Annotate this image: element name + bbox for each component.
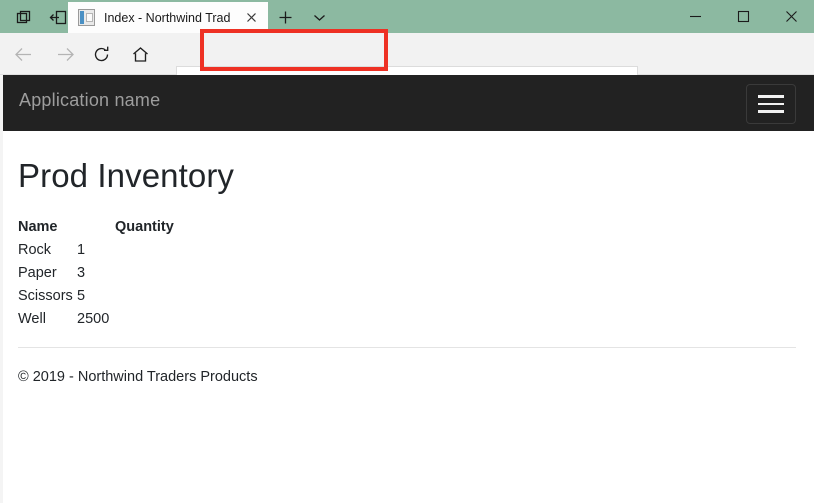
hamburger-bar (758, 102, 784, 106)
hamburger-bar (758, 110, 784, 113)
maximize-button[interactable] (721, 0, 766, 33)
column-header-quantity: Quantity (115, 219, 174, 235)
back-arrow-icon[interactable] (10, 41, 36, 67)
cell-quantity: 2500 (77, 311, 110, 327)
tab-preview-icon[interactable] (13, 6, 35, 28)
forward-arrow-icon[interactable] (52, 41, 78, 67)
page-title: Prod Inventory (18, 157, 235, 194)
browser-tab[interactable]: Index - Northwind Trad (68, 2, 268, 33)
cell-quantity: 5 (77, 288, 86, 304)
cell-name: Well (18, 311, 46, 327)
browser-toolbar: http://localhost:17614 (0, 33, 814, 106)
new-tab-button[interactable] (274, 6, 296, 28)
chevron-down-icon[interactable] (308, 6, 330, 28)
inventory-table: Name Quantity Rock 1 Paper 3 Scissors 5 … (18, 219, 796, 327)
page-content: Prod Inventory Name Quantity Rock 1 Pape… (18, 131, 796, 327)
home-icon[interactable] (127, 41, 153, 67)
browser-titlebar: Index - Northwind Trad (0, 0, 814, 33)
minimize-button[interactable] (673, 0, 718, 33)
site-brand[interactable]: Application name (19, 90, 160, 111)
cell-name: Scissors (18, 288, 73, 304)
set-aside-tabs-icon[interactable] (47, 6, 69, 28)
hamburger-bar (758, 95, 784, 98)
footer-copyright: © 2019 - Northwind Traders Products (18, 369, 258, 385)
footer-divider (18, 347, 796, 348)
cell-name: Paper (18, 265, 57, 281)
cell-quantity: 3 (77, 265, 86, 281)
browser-window: Index - Northwind Trad Application name … (0, 0, 814, 503)
site-navbar: Application name (3, 75, 814, 131)
hamburger-icon[interactable] (746, 84, 796, 124)
close-window-button[interactable] (769, 0, 814, 33)
column-header-name: Name (18, 219, 58, 235)
cell-quantity: 1 (77, 242, 86, 258)
refresh-icon[interactable] (88, 41, 114, 67)
cell-name: Rock (18, 242, 52, 258)
tab-title: Index - Northwind Trad (104, 10, 230, 25)
close-icon[interactable] (243, 9, 260, 26)
page-viewport: Application name Prod Inventory Name Qua… (0, 75, 814, 503)
page-left-edge (0, 75, 3, 503)
page-icon (78, 9, 95, 26)
